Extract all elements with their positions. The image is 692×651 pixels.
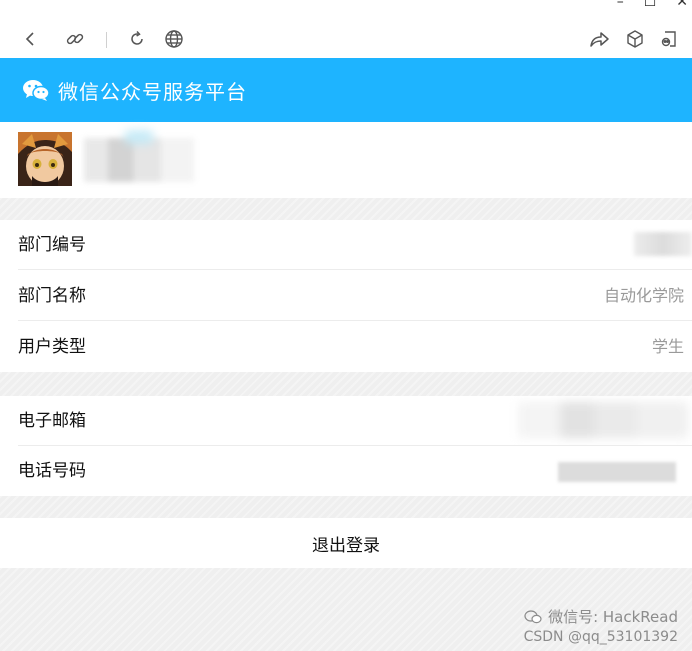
app-header: 微信公众号服务平台 (0, 58, 692, 122)
back-icon[interactable] (18, 26, 44, 52)
close-button[interactable]: ✕ (676, 0, 688, 9)
wechat-watermark-icon (524, 610, 542, 624)
globe-icon[interactable] (161, 26, 187, 52)
toolbar-separator (106, 32, 107, 48)
page-title: 微信公众号服务平台 (58, 79, 247, 104)
share-icon[interactable] (586, 26, 612, 52)
screenshot-icon[interactable] (656, 26, 682, 52)
maximize-button[interactable]: ☐ (644, 0, 657, 9)
link-icon[interactable] (62, 26, 88, 52)
row-phone[interactable]: 电话号码 (0, 446, 692, 496)
user-type-label: 用户类型 (18, 337, 86, 357)
minimize-button[interactable]: – (617, 0, 624, 9)
profile-card (0, 122, 692, 198)
wechat-icon (23, 80, 50, 101)
row-dept-name[interactable]: 部门名称 自动化学院 (0, 271, 692, 321)
dept-no-label: 部门编号 (18, 235, 86, 255)
watermark-wechat-id: 微信号: HackRead (548, 608, 678, 626)
row-dept-no[interactable]: 部门编号 (0, 220, 692, 270)
user-type-value: 学生 (651, 337, 684, 356)
section-gap (0, 496, 692, 518)
email-blurred (518, 402, 688, 438)
window-controls: – ☐ ✕ (617, 0, 692, 10)
logout-button[interactable]: 退出登录 (0, 518, 692, 568)
browser-toolbar (0, 22, 692, 58)
watermark: 微信号: HackRead CSDN @qq_53101392 (524, 607, 678, 647)
cube-icon[interactable] (622, 26, 648, 52)
dept-name-value: 自动化学院 (603, 286, 684, 305)
email-label: 电子邮箱 (18, 411, 86, 431)
row-user-type[interactable]: 用户类型 学生 (0, 322, 692, 372)
username-blurred (84, 138, 194, 182)
section-gap (0, 372, 692, 396)
watermark-csdn: CSDN @qq_53101392 (523, 629, 678, 645)
dept-name-label: 部门名称 (18, 286, 86, 306)
phone-blurred (558, 462, 676, 482)
dept-no-blurred (634, 232, 692, 256)
refresh-icon[interactable] (124, 26, 150, 52)
section-gap (0, 198, 692, 220)
phone-label: 电话号码 (18, 461, 86, 481)
divider (18, 269, 692, 270)
avatar[interactable] (18, 132, 72, 186)
row-email[interactable]: 电子邮箱 (0, 396, 692, 446)
divider (18, 320, 692, 321)
